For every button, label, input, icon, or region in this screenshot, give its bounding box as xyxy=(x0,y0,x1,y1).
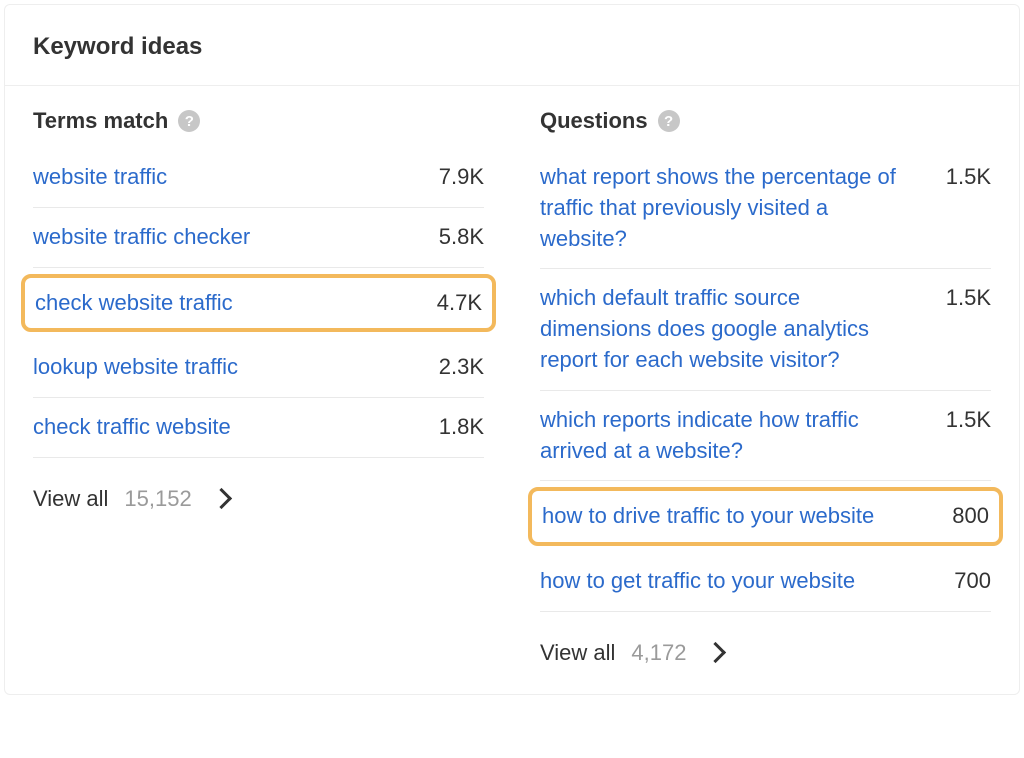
terms-list: website traffic 7.9K website traffic check… xyxy=(33,148,484,458)
keyword-volume: 1.5K xyxy=(946,283,991,311)
keyword-volume: 700 xyxy=(954,566,991,594)
keyword-link[interactable]: check website traffic xyxy=(35,288,233,319)
keyword-ideas-card: Keyword ideas Terms match website traffi… xyxy=(4,4,1020,695)
keyword-link[interactable]: what report shows the percentage of traf… xyxy=(540,162,910,254)
keyword-link[interactable]: how to get traffic to your website xyxy=(540,566,855,597)
keyword-link[interactable]: which reports indicate how traffic arriv… xyxy=(540,405,910,467)
terms-column-title: Terms match xyxy=(33,108,168,134)
questions-column-title: Questions xyxy=(540,108,648,134)
keyword-row: which reports indicate how traffic arriv… xyxy=(540,391,991,482)
keyword-row: check traffic website 1.8K xyxy=(33,398,484,458)
keyword-volume: 5.8K xyxy=(439,222,484,250)
keyword-volume: 1.5K xyxy=(946,405,991,433)
keyword-row: website traffic 7.9K xyxy=(33,148,484,208)
view-all-count: 15,152 xyxy=(124,486,191,512)
keyword-row: how to drive traffic to your website 800 xyxy=(528,487,1003,546)
keyword-volume: 1.5K xyxy=(946,162,991,190)
keyword-volume: 1.8K xyxy=(439,412,484,440)
help-icon[interactable] xyxy=(178,110,200,132)
card-title: Keyword ideas xyxy=(33,33,202,60)
keyword-row: website traffic checker 5.8K xyxy=(33,208,484,268)
keyword-volume: 7.9K xyxy=(439,162,484,190)
terms-column-header: Terms match xyxy=(33,108,484,134)
keyword-row: how to get traffic to your website 700 xyxy=(540,552,991,612)
view-all-count: 4,172 xyxy=(631,640,686,666)
keyword-link[interactable]: lookup website traffic xyxy=(33,352,238,383)
keyword-row: lookup website traffic 2.3K xyxy=(33,338,484,398)
questions-column-header: Questions xyxy=(540,108,991,134)
questions-column: Questions what report shows the percenta… xyxy=(512,86,1019,694)
keyword-row: which default traffic source dimensions … xyxy=(540,269,991,390)
keyword-volume: 800 xyxy=(952,501,989,529)
view-all-label: View all xyxy=(540,640,615,666)
keyword-link[interactable]: check traffic website xyxy=(33,412,231,443)
help-icon[interactable] xyxy=(658,110,680,132)
columns: Terms match website traffic7.9Kwebsite t… xyxy=(5,86,1019,694)
chevron-right-icon xyxy=(211,488,232,509)
keyword-link[interactable]: how to drive traffic to your website xyxy=(542,501,874,532)
keyword-row: check website traffic 4.7K xyxy=(21,274,496,333)
card-header: Keyword ideas xyxy=(5,5,1019,86)
keyword-link[interactable]: website traffic xyxy=(33,162,167,193)
terms-view-all[interactable]: View all 15,152 xyxy=(33,486,484,512)
view-all-label: View all xyxy=(33,486,108,512)
chevron-right-icon xyxy=(705,642,726,663)
keyword-link[interactable]: which default traffic source dimensions … xyxy=(540,283,910,375)
keyword-link[interactable]: website traffic checker xyxy=(33,222,250,253)
questions-view-all[interactable]: View all 4,172 xyxy=(540,640,991,666)
questions-list: what report shows the percentage of traf… xyxy=(540,148,991,612)
keyword-row: what report shows the percentage of traf… xyxy=(540,148,991,269)
keyword-volume: 4.7K xyxy=(437,288,482,316)
terms-column: Terms match website traffic7.9Kwebsite t… xyxy=(5,86,512,694)
keyword-volume: 2.3K xyxy=(439,352,484,380)
